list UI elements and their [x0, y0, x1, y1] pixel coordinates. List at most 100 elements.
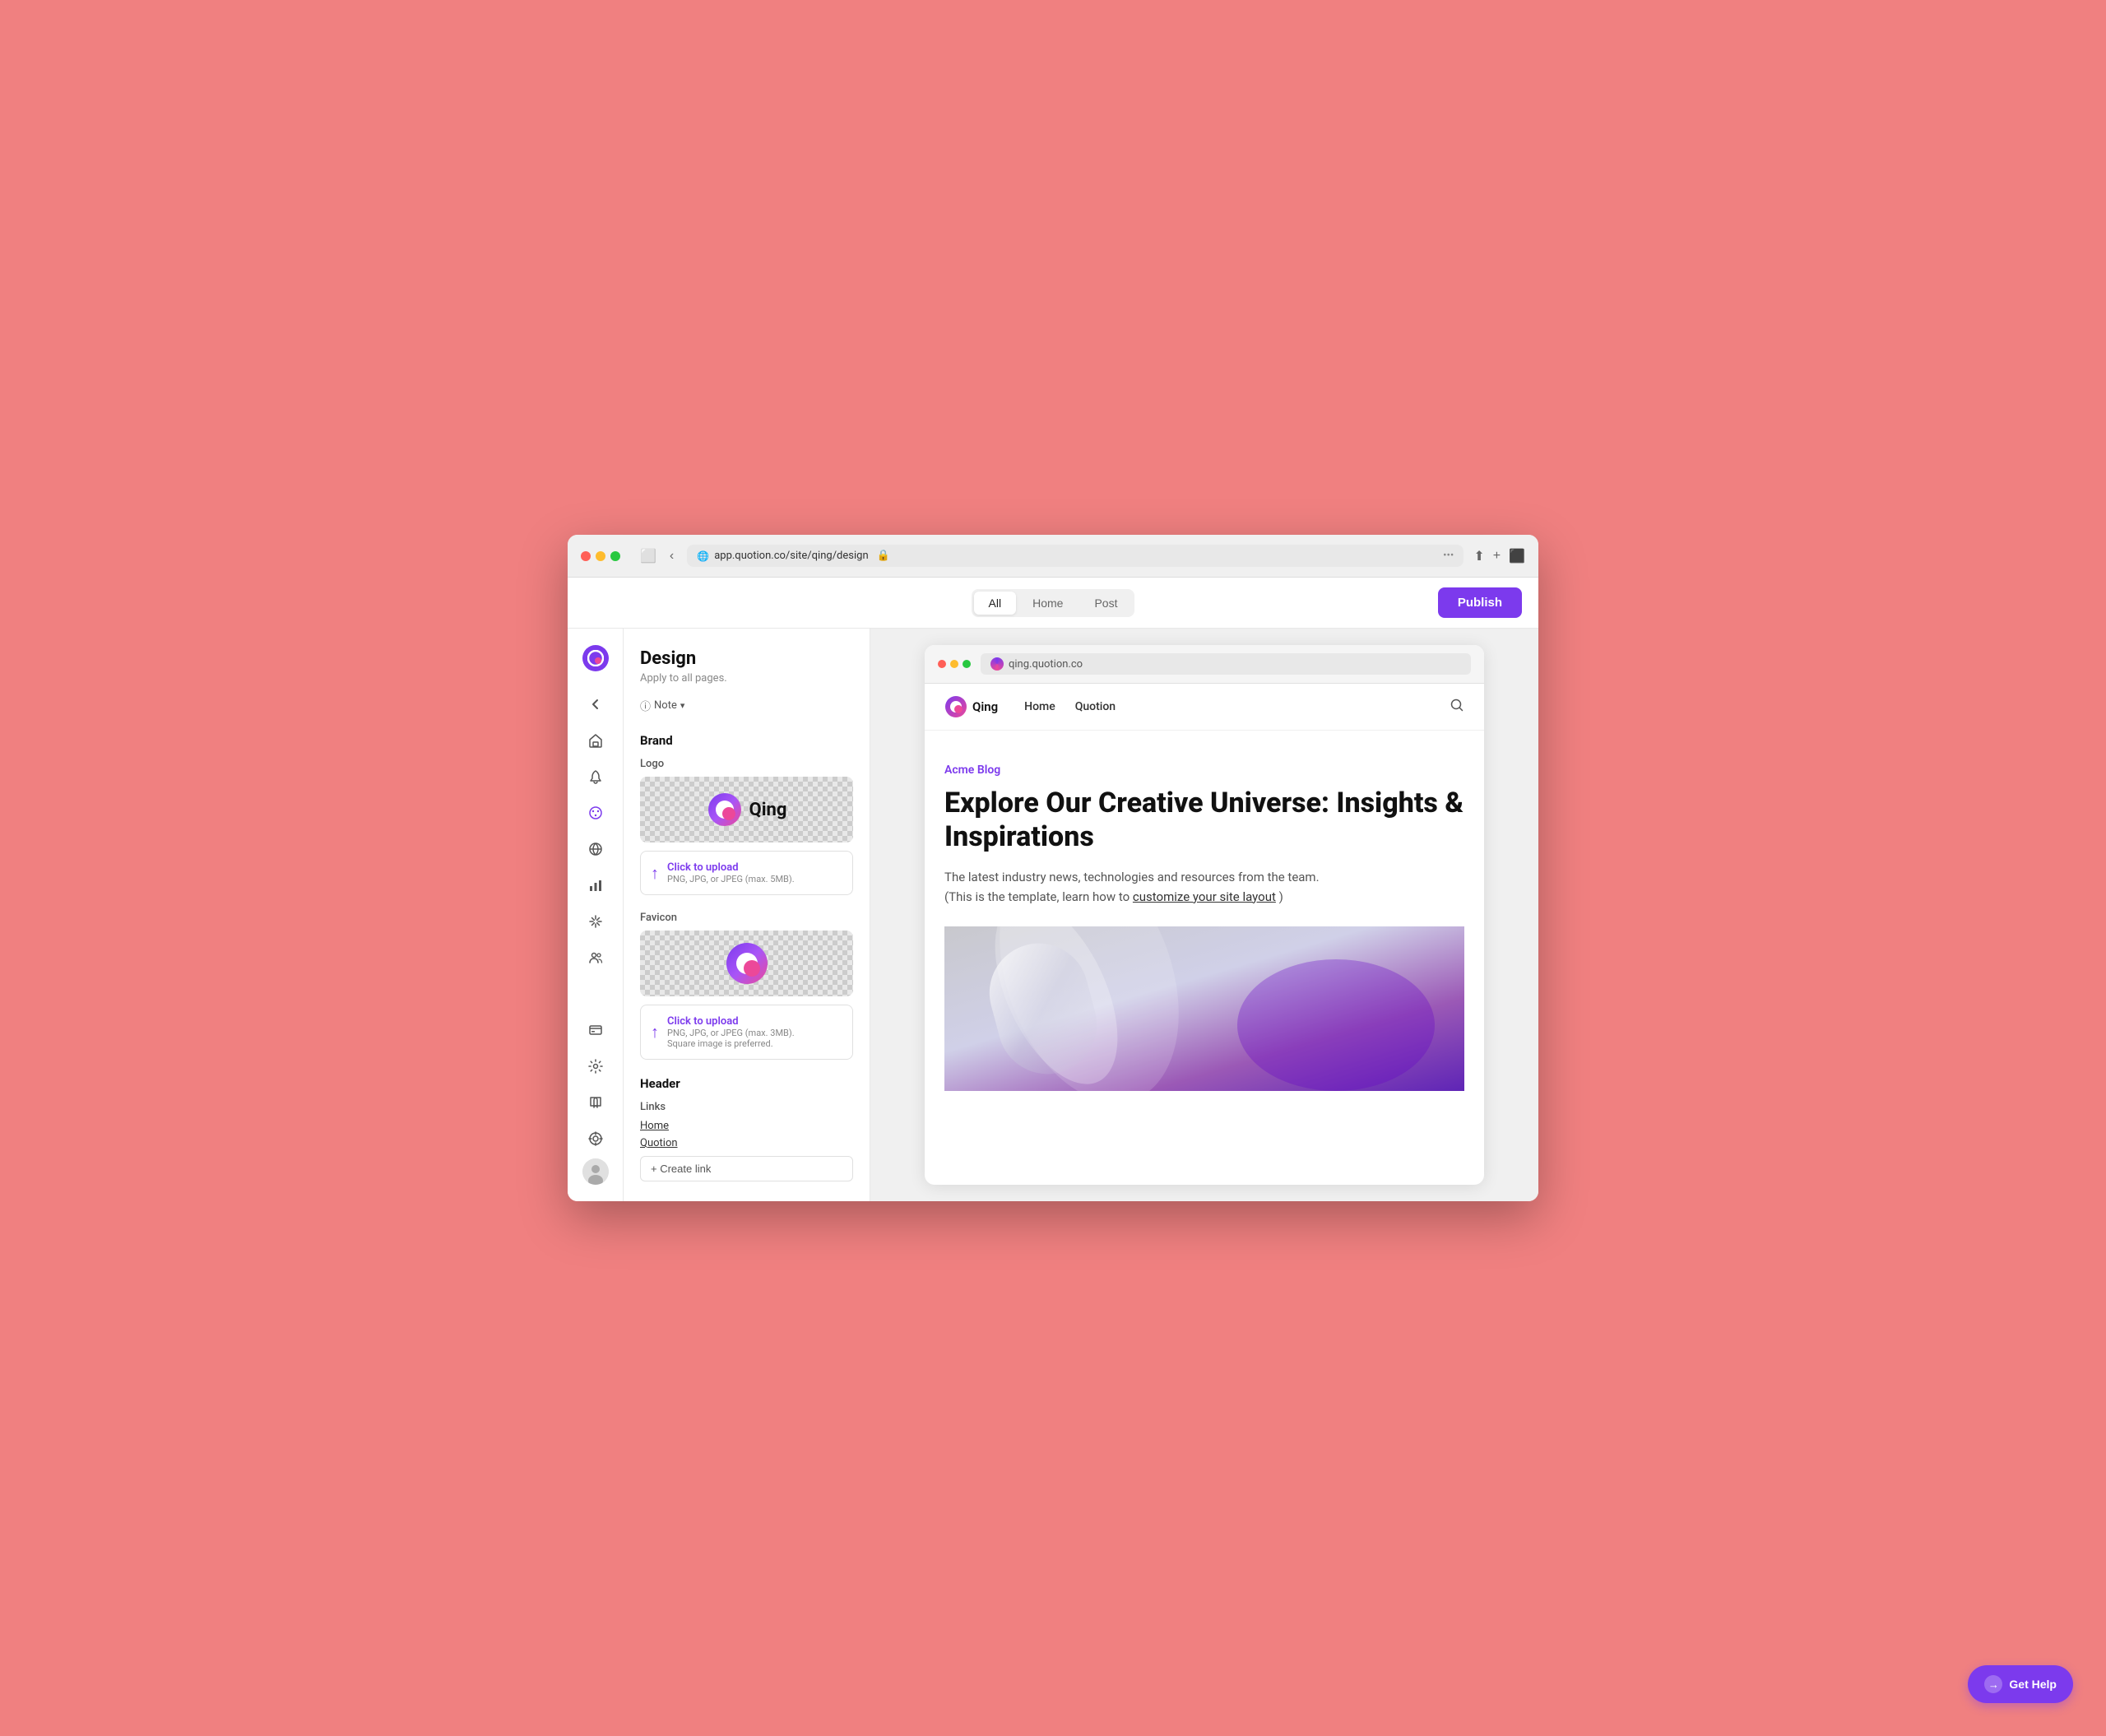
site-description: The latest industry news, technologies a…: [944, 867, 1464, 907]
site-content: Acme Blog Explore Our Creative Universe:…: [925, 731, 1484, 1091]
site-heading: Explore Our Creative Universe: Insights …: [944, 787, 1464, 854]
site-hero-image: [944, 926, 1464, 1091]
site-search-icon[interactable]: [1450, 698, 1464, 717]
site-url: qing.quotion.co: [1009, 658, 1083, 671]
site-chrome: qing.quotion.co: [925, 645, 1484, 684]
logo-label: Logo: [640, 758, 853, 770]
site-template-end: ): [1279, 889, 1283, 904]
logo-upload-area[interactable]: ↑ Click to upload PNG, JPG, or JPEG (max…: [640, 851, 853, 895]
tab-post[interactable]: Post: [1079, 592, 1132, 615]
site-close-icon: [938, 660, 946, 668]
sidebar-item-chart[interactable]: [579, 869, 612, 902]
design-title: Design: [640, 648, 853, 669]
brand-section-title: Brand: [640, 733, 853, 748]
sidebar-bottom: [579, 1014, 612, 1191]
favicon-logo: [725, 941, 769, 986]
create-link-button[interactable]: + Create link: [640, 1156, 853, 1181]
site-description-text: The latest industry news, technologies a…: [944, 870, 1320, 884]
get-help-icon: →: [1984, 1675, 2002, 1693]
site-traffic-lights: [938, 660, 971, 668]
tab-all[interactable]: All: [974, 592, 1017, 615]
info-icon: ⓘ: [640, 698, 651, 713]
site-nav-link-home[interactable]: Home: [1024, 700, 1055, 713]
note-label: Note: [654, 699, 677, 712]
logo-icon: [582, 645, 609, 671]
sidebar-item-globe[interactable]: [579, 833, 612, 866]
site-nav: Qing Home Quotion: [925, 684, 1484, 731]
logo-brand-name: Qing: [749, 800, 787, 820]
main-layout: Design Apply to all pages. ⓘ Note ▾ Bran…: [568, 629, 1538, 1201]
tab-group: All Home Post: [972, 589, 1135, 617]
close-button[interactable]: [581, 551, 591, 561]
logo-upload-hint: PNG, JPG, or JPEG (max. 5MB).: [667, 874, 795, 884]
publish-button[interactable]: Publish: [1438, 587, 1522, 618]
favicon-upload-text-group: Click to upload PNG, JPG, or JPEG (max. …: [667, 1015, 795, 1049]
site-nav-link-quotion[interactable]: Quotion: [1075, 700, 1116, 713]
address-bar[interactable]: 🌐 app.quotion.co/site/qing/design 🔒 •••: [687, 545, 1464, 567]
site-preview: qing.quotion.co: [925, 645, 1484, 1185]
more-icon: •••: [1443, 550, 1454, 562]
header-section-title: Header: [640, 1076, 853, 1091]
icon-sidebar: [568, 629, 624, 1201]
site-template-note: (This is the template, learn how to: [944, 889, 1130, 904]
minimize-button[interactable]: [596, 551, 605, 561]
back-button[interactable]: ‹: [666, 547, 677, 565]
globe-icon: 🌐: [697, 550, 709, 562]
tabs-button[interactable]: ⬛: [1509, 548, 1525, 564]
share-button[interactable]: ⬆: [1473, 548, 1484, 564]
site-favicon-small: [990, 657, 1004, 671]
favicon-upload-label: Click to upload: [667, 1015, 795, 1028]
note-row[interactable]: ⓘ Note ▾: [640, 698, 853, 713]
sidebar-item-globe2[interactable]: [579, 1122, 612, 1155]
site-customize-link[interactable]: customize your site layout: [1133, 889, 1276, 904]
favicon-upload-hint2: Square image is preferred.: [667, 1038, 795, 1049]
sidebar-item-sparkle[interactable]: [579, 905, 612, 938]
maximize-button[interactable]: [610, 551, 620, 561]
preview-area: qing.quotion.co: [870, 629, 1538, 1201]
nav-link-home[interactable]: Home: [640, 1120, 853, 1132]
sidebar-item-book[interactable]: [579, 1086, 612, 1119]
sidebar-item-palette[interactable]: [579, 796, 612, 829]
logo-content: Qing: [707, 791, 787, 828]
browser-chrome: ⬜ ‹ 🌐 app.quotion.co/site/qing/design 🔒 …: [568, 535, 1538, 578]
browser-actions: ⬆ + ⬛: [1473, 548, 1525, 564]
sidebar-item-rocket[interactable]: [579, 760, 612, 793]
sidebar-item-settings[interactable]: [579, 1050, 612, 1083]
site-address-bar: qing.quotion.co: [981, 653, 1471, 675]
app-logo[interactable]: [576, 638, 615, 678]
links-label: Links: [640, 1101, 853, 1113]
site-maximize-icon: [963, 660, 971, 668]
sidebar-item-home[interactable]: [579, 724, 612, 757]
sidebar-toggle-button[interactable]: ⬜: [637, 546, 660, 566]
logo-upload-label: Click to upload: [667, 861, 795, 874]
nav-link-quotion[interactable]: Quotion: [640, 1137, 853, 1149]
design-subtitle: Apply to all pages.: [640, 672, 853, 685]
sidebar-item-back[interactable]: [579, 688, 612, 721]
logo-ring: [707, 791, 743, 828]
favicon-upload-area[interactable]: ↑ Click to upload PNG, JPG, or JPEG (max…: [640, 1005, 853, 1060]
site-minimize-icon: [950, 660, 958, 668]
logo-preview: Qing: [640, 777, 853, 842]
url-text: app.quotion.co/site/qing/design: [714, 550, 868, 562]
new-tab-button[interactable]: +: [1493, 549, 1501, 564]
chevron-icon: ▾: [680, 700, 685, 711]
site-blog-label: Acme Blog: [944, 764, 1464, 777]
site-logo-ring: [944, 695, 967, 718]
user-avatar[interactable]: [582, 1158, 609, 1185]
sidebar-item-card[interactable]: [579, 1014, 612, 1047]
tab-home[interactable]: Home: [1018, 592, 1078, 615]
favicon-upload-hint: PNG, JPG, or JPEG (max. 3MB).: [667, 1028, 795, 1038]
get-help-button[interactable]: → Get Help: [1968, 1665, 2073, 1703]
top-bar: All Home Post Publish: [568, 578, 1538, 629]
site-nav-brand: Qing: [972, 699, 998, 714]
upload-text-group: Click to upload PNG, JPG, or JPEG (max. …: [667, 861, 795, 884]
favicon-upload-icon: ↑: [651, 1022, 659, 1042]
header-section: Header Links Home Quotion + Create link: [640, 1076, 853, 1181]
design-panel: Design Apply to all pages. ⓘ Note ▾ Bran…: [624, 629, 870, 1201]
site-nav-logo: Qing: [944, 695, 998, 718]
brand-section: Brand Logo: [640, 733, 853, 1060]
site-nav-links: Home Quotion: [1024, 700, 1116, 713]
favicon-label: Favicon: [640, 912, 853, 924]
sidebar-item-people[interactable]: [579, 941, 612, 974]
get-help-label: Get Help: [2009, 1678, 2057, 1691]
